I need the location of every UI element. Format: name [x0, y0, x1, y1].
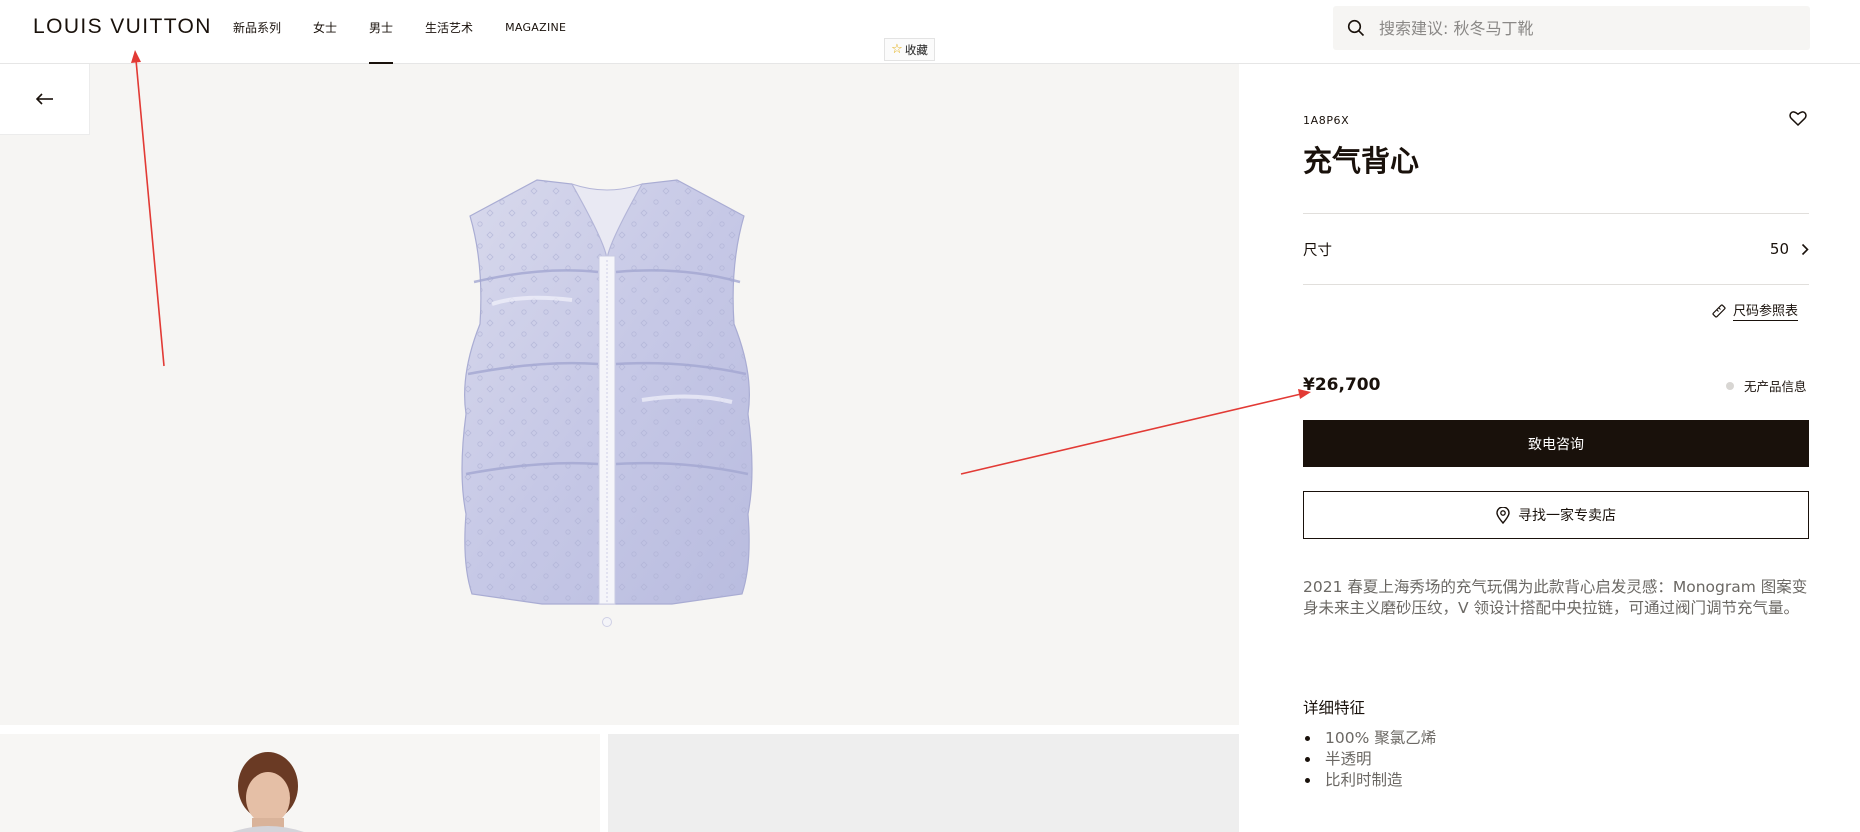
list-item: 比利时制造 [1303, 770, 1803, 791]
product-price: ¥26,700 [1303, 375, 1381, 395]
bookmark-label: 收藏 [904, 42, 928, 57]
star-icon: ☆ [891, 42, 903, 57]
gallery-thumbnail-model[interactable] [0, 734, 600, 832]
brand-logo[interactable]: LOUIS VUITTON [33, 15, 212, 39]
model-photo [232, 752, 304, 832]
find-store-label: 寻找一家专卖店 [1518, 508, 1616, 524]
main-nav: 新品系列 女士 男士 生活艺术 MAGAZINE [233, 0, 598, 64]
product-sku: 1A8P6X [1303, 114, 1350, 127]
size-guide-link[interactable]: 尺码参照表 [1711, 300, 1799, 321]
chevron-right-icon [1801, 243, 1809, 255]
heart-icon[interactable] [1789, 110, 1807, 126]
nav-item-new[interactable]: 新品系列 [233, 0, 281, 64]
size-value-group: 50 [1770, 240, 1809, 258]
arrow-left-icon [35, 93, 53, 105]
gallery-thumbnail-detail[interactable] [608, 734, 1239, 832]
back-button[interactable] [0, 64, 90, 135]
details-list: 100% 聚氯乙烯 半透明 比利时制造 [1303, 728, 1803, 791]
ruler-icon [1712, 303, 1726, 318]
size-guide-label: 尺码参照表 [1733, 300, 1799, 321]
search-input[interactable] [1379, 18, 1779, 38]
bookmark-chip[interactable]: ☆ 收藏 [884, 38, 935, 61]
details-heading: 详细特征 [1303, 699, 1366, 717]
size-label: 尺寸 [1303, 242, 1332, 259]
nav-item-men[interactable]: 男士 [369, 0, 394, 64]
availability-text: 无产品信息 [1744, 379, 1807, 394]
list-item: 100% 聚氯乙烯 [1303, 728, 1803, 749]
location-pin-icon [1496, 506, 1510, 524]
size-selector[interactable]: 尺寸 50 [1303, 213, 1809, 285]
nav-item-magazine[interactable]: MAGAZINE [505, 0, 566, 64]
nav-item-women[interactable]: 女士 [313, 0, 337, 64]
divider [1303, 284, 1809, 285]
vest-image [461, 179, 753, 627]
product-description: 2021 春夏上海秀场的充气玩偶为此款背心启发灵感：Monogram 图案变身未… [1303, 578, 1808, 617]
call-to-inquire-button[interactable]: 致电咨询 [1303, 420, 1809, 467]
size-value: 50 [1769, 240, 1789, 258]
find-store-button[interactable]: 寻找一家专卖店 [1303, 491, 1809, 539]
nav-item-art-of-living[interactable]: 生活艺术 [425, 0, 473, 64]
list-item: 半透明 [1303, 749, 1803, 770]
search-bar[interactable] [1333, 6, 1810, 50]
availability-status: 无产品信息 [1726, 376, 1807, 395]
status-dot [1726, 381, 1734, 390]
search-icon [1347, 19, 1365, 37]
product-title: 充气背心 [1303, 144, 1420, 178]
